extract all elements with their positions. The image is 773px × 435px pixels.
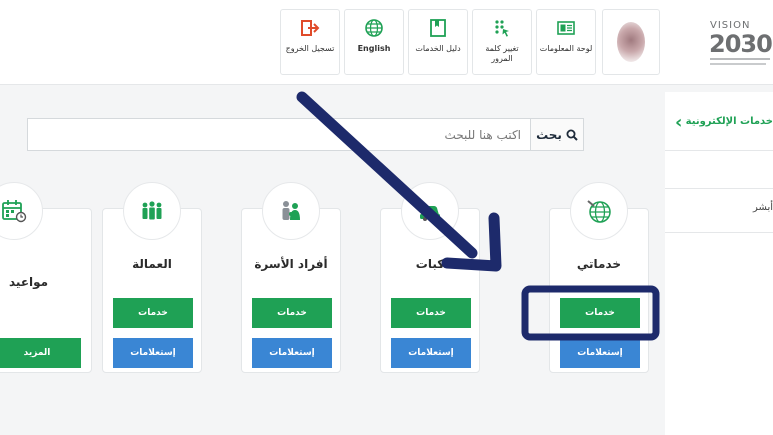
services-guide-button[interactable]: دليل الخدمات [408,9,468,75]
search-button[interactable]: بحث [530,119,583,150]
globe-icon [365,19,383,37]
dashboard-button[interactable]: لوحة المعلومات [536,9,596,75]
change-password-button[interactable]: تغيير كلمة المرور [472,9,532,75]
vision-2030-logo: VISION 2030 [707,20,773,76]
keypad-icon [495,20,509,37]
card-family-members: أفراد الأسرة خدمات إستعلامات [241,182,341,373]
book-icon [430,19,446,37]
card-icon-circle [0,182,43,240]
card-title: مواعيد [9,275,49,289]
card-appointments: مواعيد المزيد [0,182,92,373]
search-button-label: بحث [536,127,562,142]
english-button[interactable]: English [344,9,404,75]
services-button[interactable]: خدمات [391,298,471,328]
inquiries-button[interactable]: إستعلامات [113,338,193,368]
family-icon [282,201,300,220]
side-panel: ‹ خدمات الإلكترونية أبشر [665,92,773,435]
main-content: بحث خدماتي خدمات إستعلامات [0,92,657,435]
inquiries-button[interactable]: إستعلامات [391,338,471,368]
top-bar: تسجيل الخروج English دليل الخدمات تغيير … [0,0,773,85]
vision-logo-year: 2030 [709,30,773,58]
dashboard-icon [557,21,575,35]
side-panel-header[interactable]: ‹ خدمات الإلكترونية [665,92,773,151]
logo-line [710,58,770,60]
services-button[interactable]: خدمات [113,298,193,328]
card-title: أفراد الأسرة [254,257,328,271]
services-guide-label: دليل الخدمات [415,44,461,53]
search-input[interactable] [49,124,523,146]
logo-line [710,63,766,65]
globe-icon [587,200,611,223]
side-panel-title: خدمات الإلكترونية [685,116,773,127]
services-button[interactable]: خدمات [560,298,640,328]
logout-label: تسجيل الخروج [285,44,335,53]
side-panel-item[interactable] [665,150,773,189]
card-title: العمالة [132,257,172,271]
more-button[interactable]: المزيد [0,338,81,368]
english-label: English [357,44,391,53]
search-icon [566,129,578,141]
services-button[interactable]: خدمات [252,298,332,328]
dashboard-label: لوحة المعلومات [539,44,593,53]
card-my-services: خدماتي خدمات إستعلامات [549,182,649,373]
card-labor: العمالة خدمات إستعلامات [102,182,202,373]
search-bar: بحث [27,118,584,151]
chevron-left-icon[interactable]: ‹ [675,112,682,133]
avatar-image [617,22,645,62]
card-icon-circle [262,182,320,240]
card-title: كبات [415,257,445,271]
card-icon-circle [570,182,628,240]
side-panel-item-label: أبشر [753,202,773,213]
logout-icon [301,20,320,36]
card-icon-circle [401,182,459,240]
card-title: خدماتي [576,257,622,271]
side-panel-item[interactable]: أبشر [665,188,773,233]
calendar-icon [2,200,27,223]
logout-button[interactable]: تسجيل الخروج [280,9,340,75]
change-password-label: تغيير كلمة المرور [485,44,519,63]
inquiries-button[interactable]: إستعلامات [252,338,332,368]
card-vehicles: كبات خدمات إستعلامات [380,182,480,373]
car-icon [420,206,440,221]
card-icon-circle [123,182,181,240]
inquiries-button[interactable]: إستعلامات [560,338,640,368]
user-avatar[interactable] [602,9,660,75]
workers-icon [142,201,162,220]
